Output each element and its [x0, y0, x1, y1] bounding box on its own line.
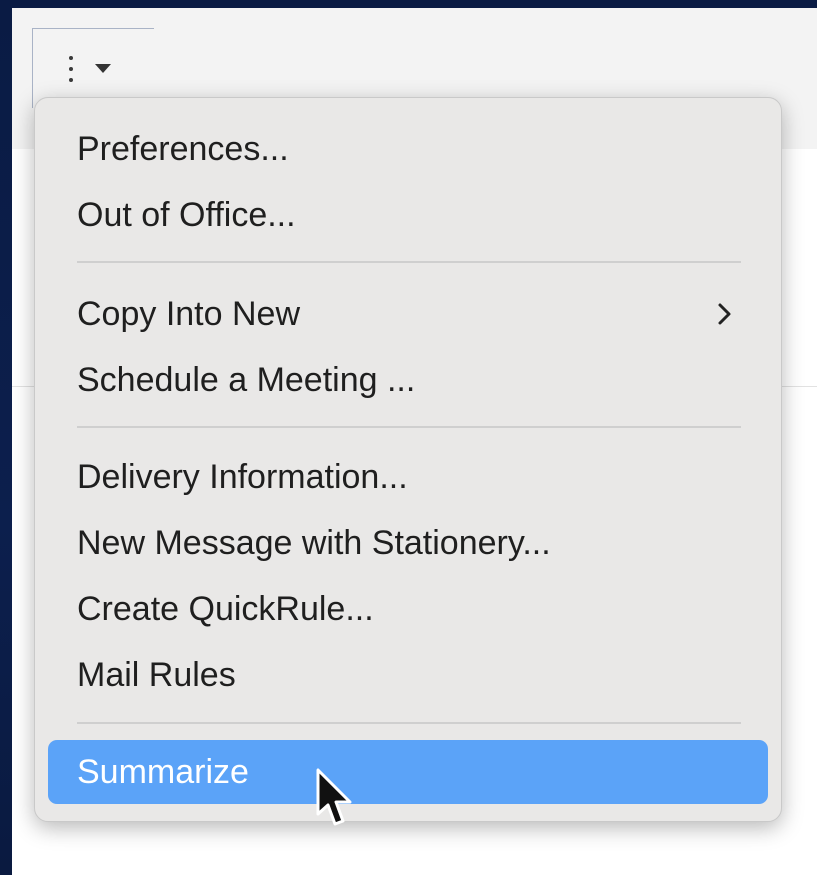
menu-item-new-message-stationery[interactable]: New Message with Stationery...: [48, 511, 768, 575]
menu-item-label: Out of Office...: [77, 195, 296, 234]
menu-item-summarize[interactable]: Summarize: [48, 740, 768, 804]
menu-separator: [77, 722, 741, 724]
mouse-pointer-icon: [316, 768, 352, 826]
menu-item-label: Delivery Information...: [77, 457, 408, 496]
menu-item-create-quickrule[interactable]: Create QuickRule...: [48, 577, 768, 641]
menu-item-label: Summarize: [77, 752, 249, 791]
menu-item-label: Create QuickRule...: [77, 589, 374, 628]
menu-item-copy-into-new[interactable]: Copy Into New: [48, 282, 768, 346]
menu-item-label: Preferences...: [77, 129, 289, 168]
menu-separator: [77, 261, 741, 263]
menu-item-schedule-meeting[interactable]: Schedule a Meeting ...: [48, 348, 768, 412]
menu-item-out-of-office[interactable]: Out of Office...: [48, 183, 768, 247]
context-menu: Preferences... Out of Office... Copy Int…: [34, 97, 782, 822]
menu-item-mail-rules[interactable]: Mail Rules: [48, 643, 768, 707]
menu-item-label: Mail Rules: [77, 655, 236, 694]
menu-separator: [77, 426, 741, 428]
more-vertical-icon: [69, 55, 73, 82]
menu-item-label: New Message with Stationery...: [77, 523, 551, 562]
menu-item-preferences[interactable]: Preferences...: [48, 117, 768, 181]
caret-down-icon: [95, 64, 111, 73]
chevron-right-icon: [718, 303, 731, 325]
more-actions-button[interactable]: [32, 28, 154, 108]
menu-item-label: Copy Into New: [77, 294, 300, 333]
menu-item-label: Schedule a Meeting ...: [77, 360, 416, 399]
menu-item-delivery-information[interactable]: Delivery Information...: [48, 445, 768, 509]
